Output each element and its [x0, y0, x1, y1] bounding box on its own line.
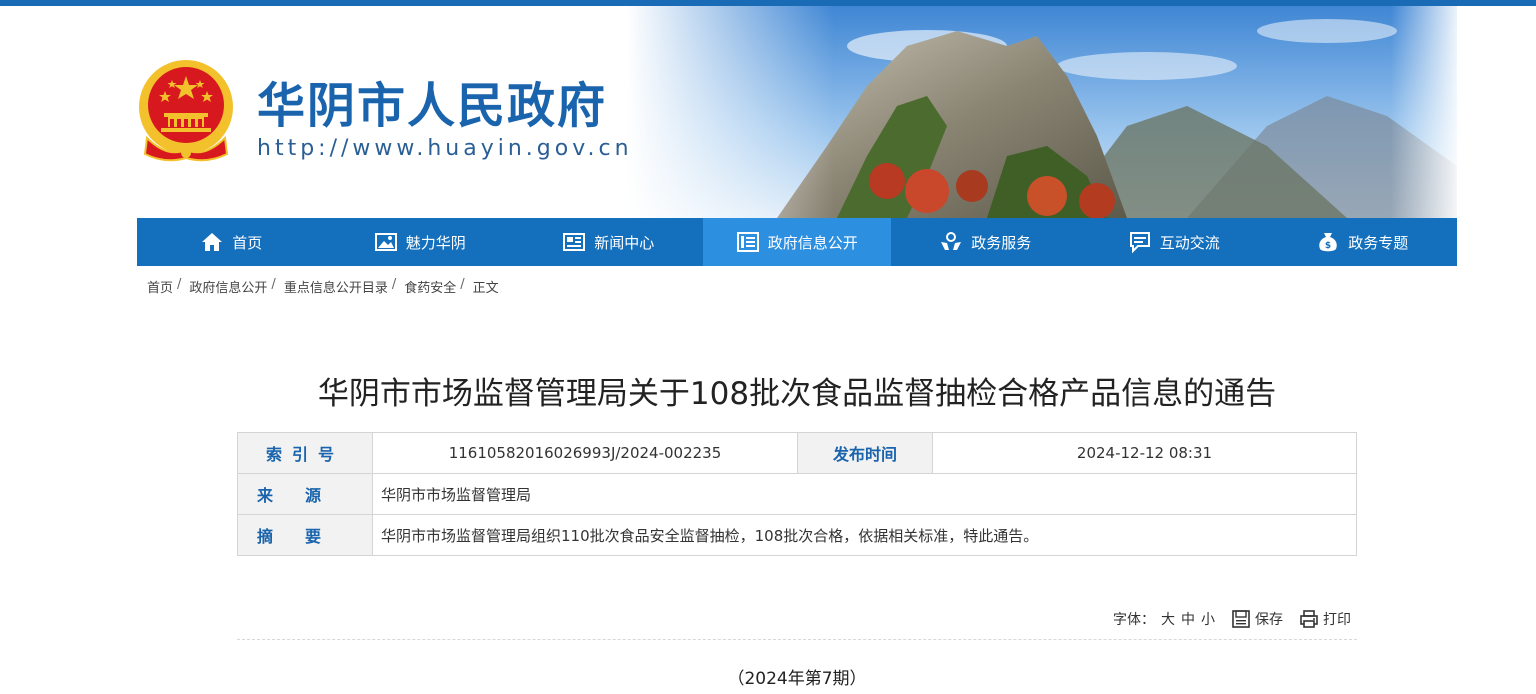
- nav-item-label: 互动交流: [1159, 233, 1220, 252]
- picture-icon: [374, 233, 397, 251]
- site-url: http://www.huayin.gov.cn: [257, 136, 633, 161]
- breadcrumb-gov-info[interactable]: 政府信息公开: [189, 277, 267, 296]
- nav-item-news[interactable]: 新闻中心: [514, 218, 703, 266]
- print-button[interactable]: 打印: [1299, 609, 1351, 629]
- nav-item-interaction[interactable]: 互动交流: [1080, 218, 1269, 266]
- mountain-banner-image: [627, 6, 1457, 218]
- font-size-label: 字体：: [1113, 612, 1155, 628]
- print-label: 打印: [1323, 612, 1351, 628]
- font-size-large[interactable]: 大: [1161, 609, 1175, 629]
- breadcrumb-food-drug[interactable]: 食药安全: [404, 277, 456, 296]
- summary-value: 华阴市市场监督管理局组织110批次食品安全监督抽检，108批次合格，依据相关标准…: [372, 514, 1357, 556]
- breadcrumb-separator: /: [460, 277, 465, 292]
- svg-text:$: $: [1325, 241, 1331, 251]
- nav-item-label: 政务服务: [971, 233, 1032, 252]
- print-icon: [1300, 610, 1318, 628]
- site-header: 华阴市人民政府 http://www.huayin.gov.cn: [137, 6, 1457, 218]
- article-title: 华阴市市场监督管理局关于108批次食品监督抽检合格产品信息的通告: [317, 376, 1277, 412]
- nav-item-label: 新闻中心: [594, 233, 655, 252]
- document-list-icon: [736, 232, 759, 252]
- breadcrumb-separator: /: [391, 277, 397, 292]
- breadcrumb: 首页 / 政府信息公开 / 重点信息公开目录 / 食药安全 / 正文: [147, 277, 499, 296]
- index-label: 索引号: [237, 432, 373, 474]
- nav-item-charm[interactable]: 魅力华阴: [326, 218, 515, 266]
- source-value: 华阴市市场监督管理局: [372, 473, 1357, 515]
- breadcrumb-separator: /: [177, 277, 182, 292]
- index-value: 11610582016026993J/2024-002235: [372, 432, 798, 474]
- save-button[interactable]: 保存: [1231, 609, 1283, 629]
- nav-item-topics[interactable]: $ 政务专题: [1268, 218, 1457, 266]
- nav-item-gov-info[interactable]: 政府信息公开: [702, 218, 891, 266]
- main-nav: 首页 魅力华阴 新闻中心 政府信息公开 政务服务 互动交流 $ 政务专题: [137, 218, 1457, 266]
- font-size-small[interactable]: 小: [1201, 609, 1215, 629]
- save-icon: [1232, 610, 1250, 628]
- nav-item-services[interactable]: 政务服务: [891, 218, 1080, 266]
- index-label-text: 索引号: [265, 445, 344, 464]
- info-table: 索引号 11610582016026993J/2024-002235 发布时间 …: [237, 432, 1357, 556]
- date-value: 2024-12-12 08:31: [932, 432, 1357, 474]
- info-row: 索引号 11610582016026993J/2024-002235 发布时间 …: [237, 432, 1357, 474]
- nav-item-label: 政府信息公开: [767, 233, 858, 252]
- source-label: 来源: [237, 473, 373, 515]
- national-emblem-icon: [139, 60, 233, 162]
- summary-label: 摘要: [237, 514, 373, 556]
- home-icon: [202, 233, 223, 251]
- info-row: 来源 华阴市市场监督管理局: [237, 473, 1357, 515]
- info-row: 摘要 华阴市市场监督管理局组织110批次食品安全监督抽检，108批次合格，依据相…: [237, 514, 1357, 556]
- breadcrumb-separator: /: [271, 277, 276, 292]
- money-bag-icon: $: [1319, 233, 1337, 252]
- nav-item-label: 政务专题: [1348, 233, 1409, 252]
- breadcrumb-home[interactable]: 首页: [147, 277, 173, 296]
- chat-icon: [1129, 232, 1150, 254]
- article-tools: 字体： 大 中 小 保存 打印: [1113, 609, 1351, 629]
- issue-number: （2024年第7期）: [727, 669, 867, 689]
- nav-item-label: 首页: [232, 233, 263, 252]
- date-label: 发布时间: [797, 432, 933, 474]
- summary-label-text: 摘要: [256, 527, 353, 546]
- save-label: 保存: [1255, 612, 1283, 628]
- newspaper-icon: [563, 233, 586, 251]
- nav-item-home[interactable]: 首页: [137, 218, 326, 266]
- breadcrumb-key-catalog[interactable]: 重点信息公开目录: [284, 277, 388, 296]
- content-divider: [237, 639, 1357, 640]
- source-label-text: 来源: [256, 486, 353, 505]
- nav-item-label: 魅力华阴: [405, 233, 466, 252]
- font-size-medium[interactable]: 中: [1181, 609, 1195, 629]
- site-title: 华阴市人民政府: [257, 78, 608, 134]
- breadcrumb-current: 正文: [472, 281, 499, 296]
- hands-service-icon: [941, 232, 962, 250]
